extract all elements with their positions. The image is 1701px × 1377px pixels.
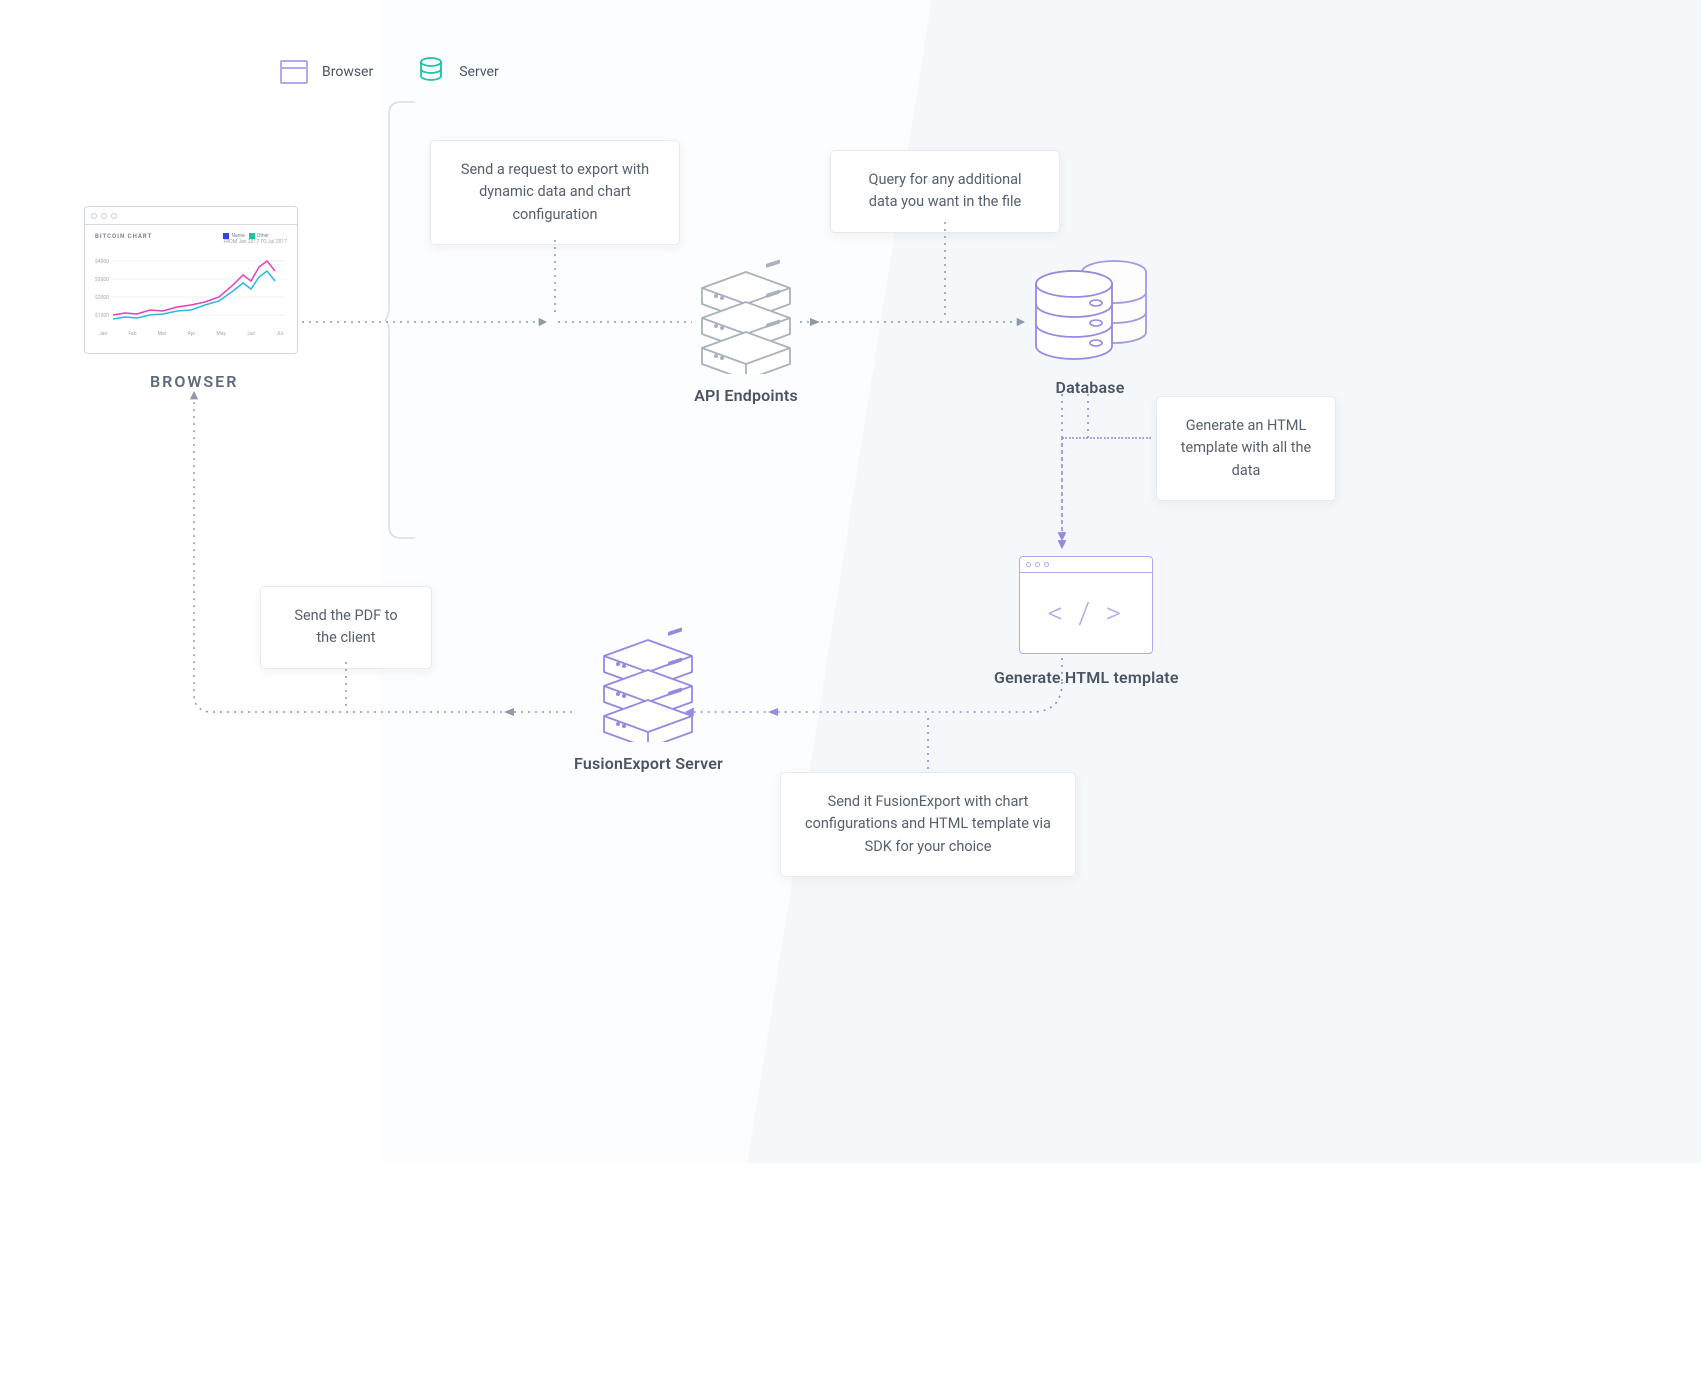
database-icon <box>1026 252 1154 368</box>
server-rack-icon <box>692 254 800 374</box>
callout-send-fusion: Send it FusionExport with chart configur… <box>780 772 1076 877</box>
legend-server-label: Server <box>459 64 498 80</box>
browser-titlebar <box>85 207 297 225</box>
legend-item-browser: Browser <box>280 60 373 84</box>
browser-node: BITCOIN CHART Name Other FROM Jan 2017 T… <box>84 206 298 354</box>
server-icon <box>417 56 445 88</box>
svg-text:$4000: $4000 <box>95 258 109 265</box>
html-label: Generate HTML template <box>994 668 1179 687</box>
mini-chart-daterange: FROM Jan 2017 TO Jul 2017 <box>223 239 287 245</box>
mini-chart-xaxis: JanFebMarAprMayJunJul <box>95 331 287 337</box>
fusion-server-node: FusionExport Server <box>574 622 723 773</box>
legend-browser-label: Browser <box>322 64 373 80</box>
database-node: Database <box>1026 252 1154 397</box>
html-template-icon: < / > <box>1019 556 1153 654</box>
database-label: Database <box>1055 378 1124 397</box>
svg-text:$1000: $1000 <box>95 312 109 319</box>
fusion-label: FusionExport Server <box>574 754 723 773</box>
browser-mini-chart: BITCOIN CHART Name Other FROM Jan 2017 T… <box>85 225 297 353</box>
callout-query-additional: Query for any additional data you want i… <box>830 150 1060 233</box>
html-code-glyph: < / > <box>1020 573 1152 653</box>
svg-text:$2000: $2000 <box>95 294 109 301</box>
api-node: API Endpoints <box>692 254 800 405</box>
mini-chart-title: BITCOIN CHART <box>95 233 152 240</box>
browser-label: BROWSER <box>150 372 238 391</box>
svg-text:$3000: $3000 <box>95 276 109 283</box>
browser-icon <box>280 60 308 84</box>
callout-send-request: Send a request to export with dynamic da… <box>430 140 680 245</box>
callout-send-pdf: Send the PDF to the client <box>260 586 432 669</box>
legend-item-server: Server <box>417 56 498 88</box>
fusion-server-icon <box>594 622 702 742</box>
api-label: API Endpoints <box>694 386 798 405</box>
callout-generate-html: Generate an HTML template with all the d… <box>1156 396 1336 501</box>
section-divider <box>385 100 417 540</box>
legend: Browser Server <box>280 56 499 88</box>
html-template-node: < / > Generate HTML template <box>994 556 1179 687</box>
